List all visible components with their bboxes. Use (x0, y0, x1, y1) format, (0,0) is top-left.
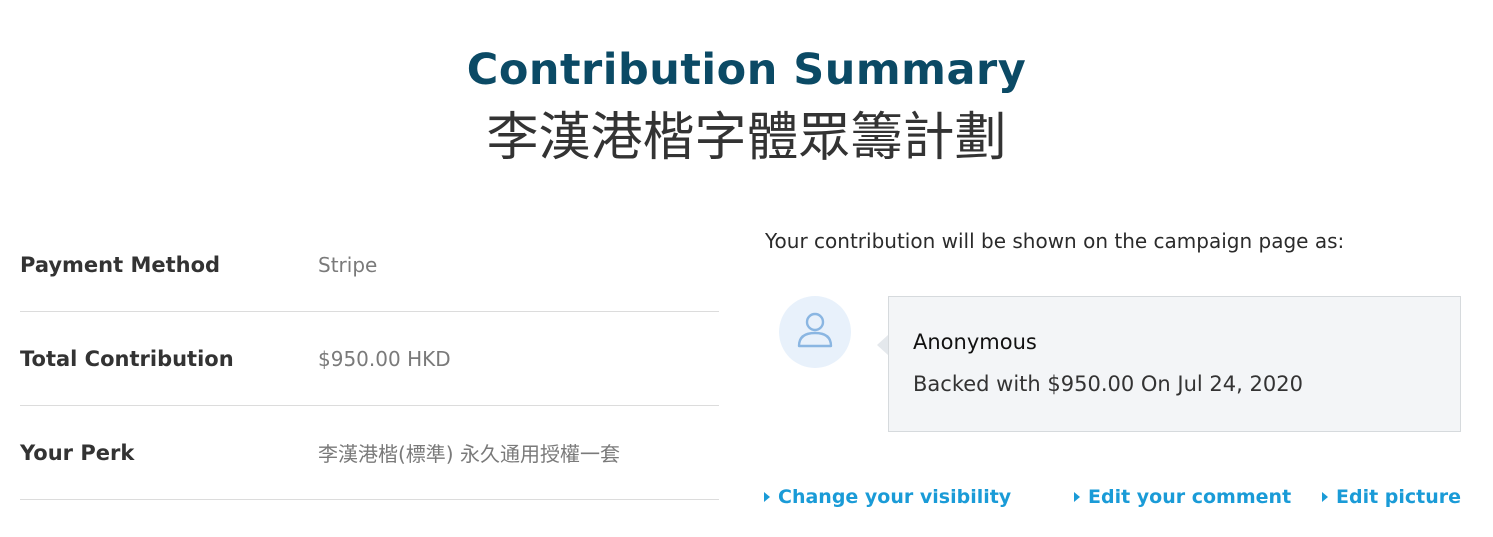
page-title: Contribution Summary (466, 45, 1027, 95)
edit-picture-label: Edit picture (1336, 486, 1462, 508)
card-pointer (877, 335, 888, 355)
summary-row-total-contribution: Total Contribution $950.00 HKD (20, 312, 719, 406)
summary-value: Stripe (318, 252, 378, 277)
user-icon (794, 309, 836, 355)
summary-value: $950.00 HKD (318, 346, 451, 371)
shown-as-heading: Your contribution will be shown on the c… (765, 229, 1345, 253)
backer-name: Anonymous (913, 330, 1037, 354)
backed-text: Backed with $950.00 On Jul 24, 2020 (913, 372, 1303, 396)
caret-right-icon (1074, 492, 1080, 502)
campaign-name: 李漢港楷字體眾籌計劃 (486, 108, 1007, 168)
summary-value: 李漢港楷(標準) 永久通用授權一套 (318, 442, 620, 466)
caret-right-icon (1322, 492, 1328, 502)
summary-row-payment-method: Payment Method Stripe (20, 218, 719, 312)
summary-label: Your Perk (20, 440, 135, 465)
change-visibility-link[interactable]: Change your visibility (764, 486, 1011, 508)
summary-label: Total Contribution (20, 346, 234, 371)
change-visibility-label: Change your visibility (778, 486, 1012, 508)
summary-row-perk: Your Perk 李漢港楷(標準) 永久通用授權一套 (20, 406, 719, 500)
contribution-summary-page: Contribution Summary 李漢港楷字體眾籌計劃 Payment … (0, 0, 1493, 537)
edit-picture-link[interactable]: Edit picture (1322, 486, 1461, 508)
avatar (779, 296, 851, 368)
summary-label: Payment Method (20, 252, 221, 277)
edit-comment-link[interactable]: Edit your comment (1074, 486, 1291, 508)
edit-comment-label: Edit your comment (1088, 486, 1292, 508)
caret-right-icon (764, 492, 770, 502)
summary-table: Payment Method Stripe Total Contribution… (20, 218, 719, 500)
contribution-preview-card: Anonymous Backed with $950.00 On Jul 24,… (888, 296, 1461, 432)
